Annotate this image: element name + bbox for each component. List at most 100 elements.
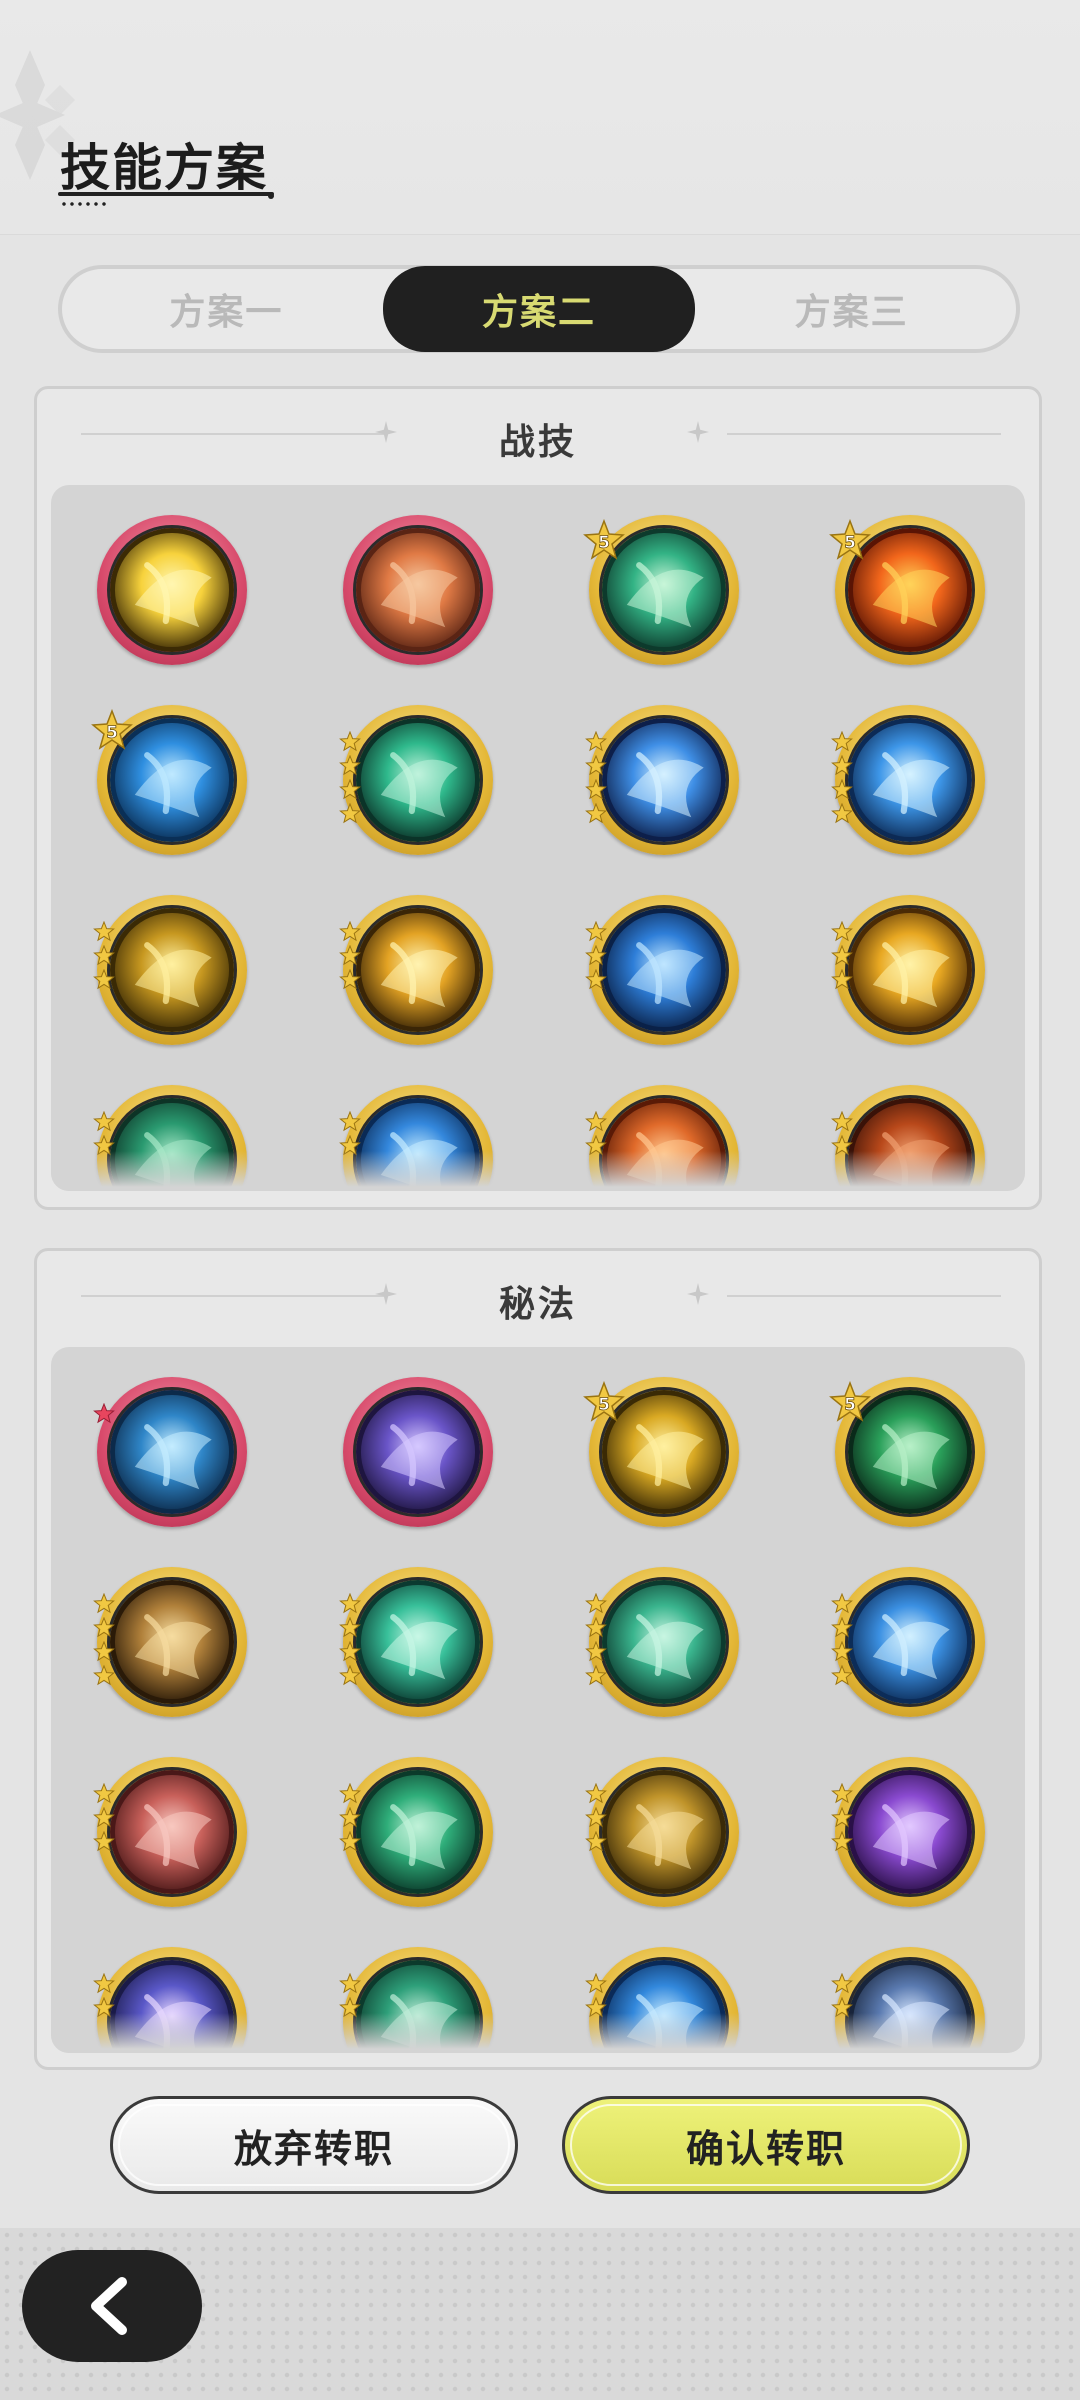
skill-slot[interactable]: 5 [583, 1377, 739, 1527]
title-underline [58, 192, 274, 196]
skill-slot[interactable] [831, 1567, 985, 1717]
star-icon [339, 778, 361, 801]
skill-grid-inner: 55 [51, 1347, 1025, 2053]
star-icon [339, 968, 361, 991]
star-rating [831, 1782, 855, 1873]
abandon-button-label: 放弃转职 [233, 2126, 394, 2171]
star-icon [339, 802, 361, 825]
star-icon [831, 754, 853, 777]
star-icon [585, 1616, 607, 1639]
star-icon [585, 1640, 607, 1663]
ice-shatter-icon [845, 715, 975, 845]
star-icon [339, 754, 361, 777]
skill-slot[interactable] [93, 1567, 247, 1717]
star-icon [93, 1664, 115, 1687]
star-icon [831, 968, 853, 991]
star-icon [93, 1830, 115, 1853]
star-rating [831, 920, 855, 1011]
star-icon [585, 802, 607, 825]
combat-skill-grid[interactable]: 5 5 5 [51, 485, 1025, 1191]
golden-impact-icon [845, 905, 975, 1035]
arcane-skill-grid[interactable]: 55 [51, 1347, 1025, 2053]
star-icon [585, 754, 607, 777]
skill-slot[interactable]: 5 [91, 705, 247, 855]
skill-slot[interactable] [585, 705, 739, 855]
star-icon [93, 1782, 115, 1805]
star-rating [339, 1782, 363, 1873]
star-icon [585, 920, 607, 943]
star-rating [831, 1592, 855, 1686]
confirm-class-change-button[interactable]: 确认转职 [562, 2096, 970, 2194]
star-icon [339, 944, 361, 967]
skill-slot[interactable] [93, 895, 247, 1045]
rank-star-badge-icon: 5 [583, 519, 625, 560]
skill-slot[interactable]: 5 [829, 515, 985, 665]
arcane-skills-panel: 秘法 55 [34, 1248, 1042, 2070]
star-rating [93, 1402, 117, 1493]
rank-number: 5 [844, 1395, 856, 1415]
golden-slash-icon [353, 905, 483, 1035]
rank-star-badge-icon: 5 [829, 1381, 871, 1422]
tab-plan-2[interactable]: 方案二 [382, 266, 696, 352]
skill-slot[interactable] [339, 705, 493, 855]
rank-star-badge-icon: 5 [829, 519, 871, 560]
scroll-fade [51, 1151, 1025, 1191]
skill-slot[interactable] [831, 895, 985, 1045]
wind-blades-icon [353, 715, 483, 845]
sparkle-icon [687, 421, 709, 443]
skill-slot[interactable] [585, 895, 739, 1045]
panel-header: 秘法 [37, 1251, 1039, 1347]
star-icon [585, 1664, 607, 1687]
skill-slot[interactable] [831, 1757, 985, 1907]
title-underline-end [268, 193, 274, 199]
tab-plan-3[interactable]: 方案三 [695, 267, 1008, 351]
skill-slot[interactable] [93, 1377, 247, 1527]
star-icon [831, 944, 853, 967]
skill-slot[interactable] [339, 1567, 493, 1717]
skill-slot[interactable] [93, 1757, 247, 1907]
green-spirit-icon [353, 1577, 483, 1707]
golden-wand-icon [107, 1577, 237, 1707]
star-icon [831, 1110, 853, 1133]
star-rating [93, 1782, 117, 1873]
star-icon [339, 1664, 361, 1687]
star-icon [93, 944, 115, 967]
crimson-mist-icon [107, 1767, 237, 1897]
divider [727, 433, 1001, 435]
star-icon [831, 730, 853, 753]
title-dots [60, 202, 108, 206]
star-icon [585, 1806, 607, 1829]
skill-slot[interactable] [343, 1377, 493, 1527]
plan-tabs: 方案一 方案二 方案三 [58, 265, 1020, 353]
panel-header: 战技 [37, 389, 1039, 485]
abandon-class-change-button[interactable]: 放弃转职 [110, 2096, 518, 2194]
divider [727, 1295, 1001, 1297]
skill-slot[interactable] [585, 1567, 739, 1717]
star-icon [831, 802, 853, 825]
star-icon [585, 1592, 607, 1615]
tab-plan-1[interactable]: 方案一 [70, 267, 383, 351]
star-icon [339, 1972, 361, 1995]
star-rating [339, 730, 363, 824]
blue-flame-icon [599, 905, 729, 1035]
skill-slot[interactable] [339, 1757, 493, 1907]
skill-slot[interactable]: 5 [583, 515, 739, 665]
skill-slot[interactable] [585, 1757, 739, 1907]
star-rating [93, 920, 117, 1011]
star-icon [585, 1972, 607, 1995]
green-shield-icon [599, 1577, 729, 1707]
skill-slot[interactable] [339, 895, 493, 1045]
back-button[interactable] [22, 2250, 202, 2362]
page-header: 技能方案 [0, 0, 1080, 235]
star-icon [93, 1806, 115, 1829]
skill-slot[interactable] [343, 515, 493, 665]
green-heart-icon [353, 1767, 483, 1897]
star-icon [585, 968, 607, 991]
ice-feather-icon [845, 1577, 975, 1707]
skill-slot[interactable] [831, 705, 985, 855]
combat-skills-panel: 战技 5 5 5 [34, 386, 1042, 1210]
skill-slot[interactable] [97, 515, 247, 665]
rank-number: 5 [844, 533, 856, 553]
sparkle-icon [687, 1283, 709, 1305]
skill-slot[interactable]: 5 [829, 1377, 985, 1527]
